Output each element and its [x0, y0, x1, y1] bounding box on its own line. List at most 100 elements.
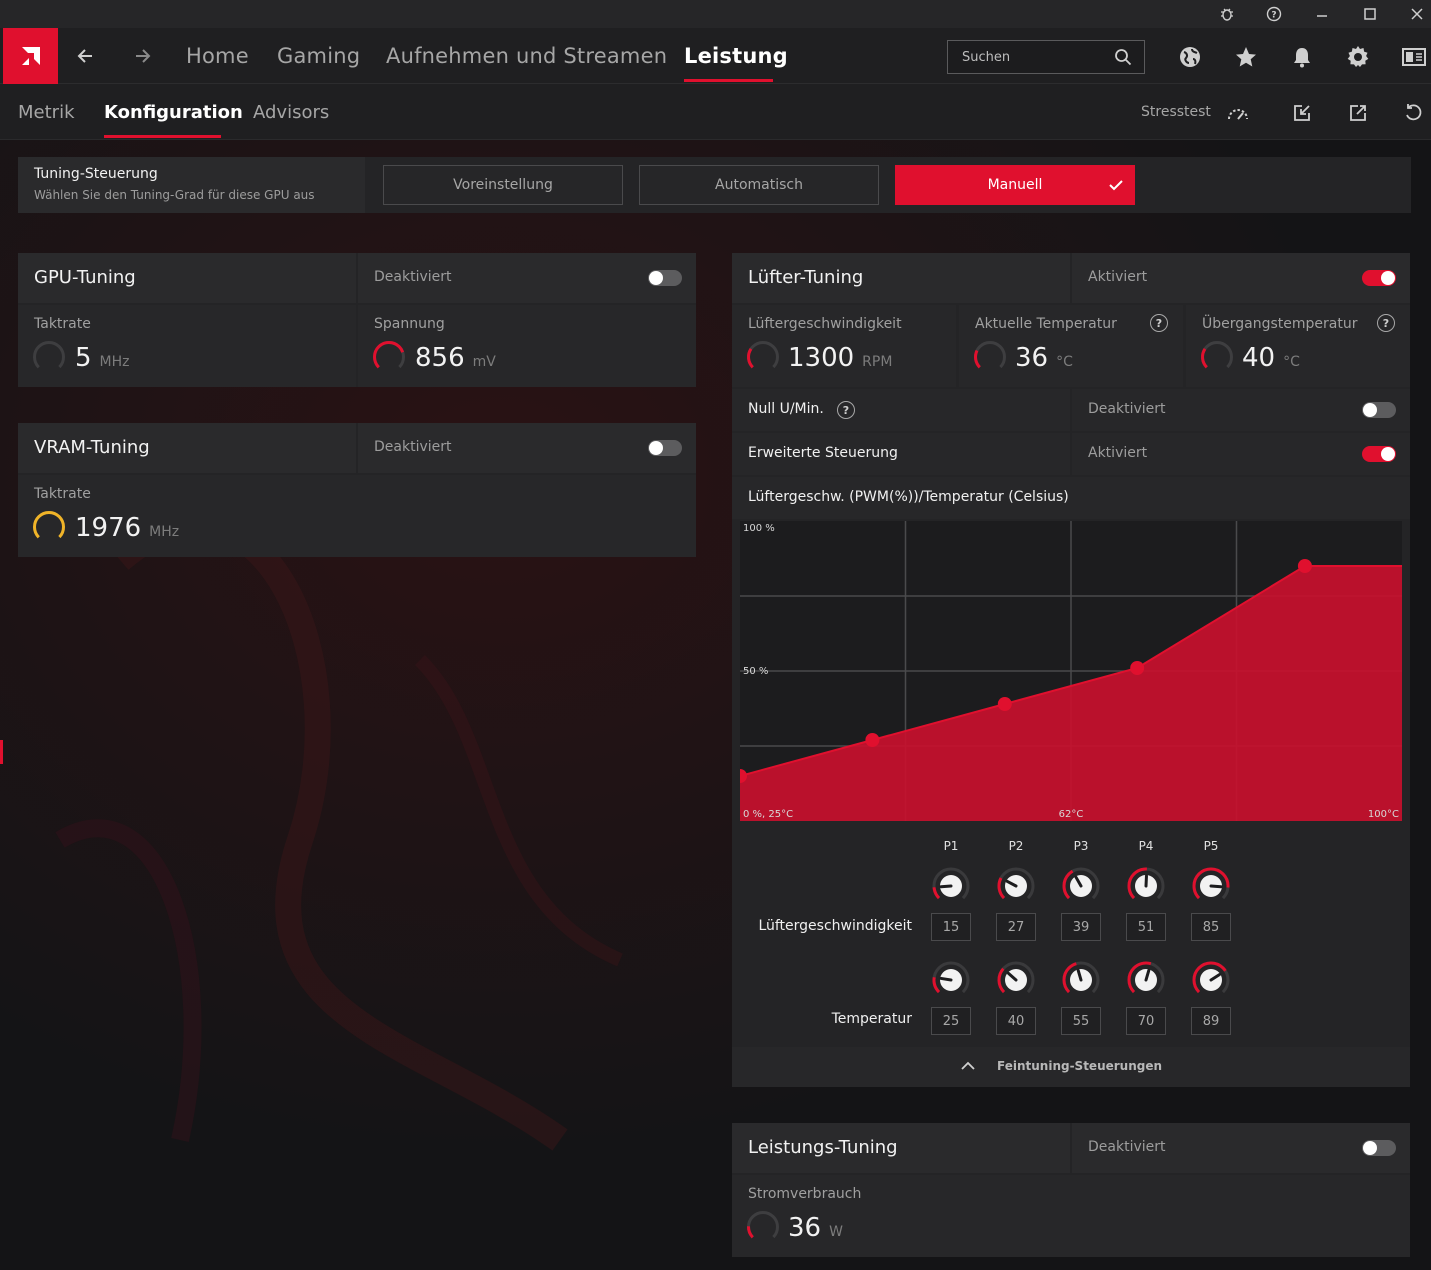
gpu-tuning-toggle[interactable]: [648, 270, 682, 286]
fan-tuning-panel: Lüfter-Tuning Aktiviert Lüftergeschwindi…: [732, 253, 1410, 1087]
amd-logo-icon[interactable]: [3, 28, 58, 84]
temp-input-p2[interactable]: 40: [996, 1007, 1036, 1035]
fan-curve-title: Lüftergeschw. (PWM(%))/Temperatur (Celsi…: [748, 489, 1069, 505]
fine-tuning-toggle-bar[interactable]: Feintuning-Steuerungen: [732, 1047, 1410, 1087]
x-axis-mid-label: 62°C: [1059, 809, 1084, 820]
subtab-advisors[interactable]: Advisors: [253, 102, 329, 123]
vram-clock-gauge-icon: [32, 511, 65, 543]
temp-knob-p2[interactable]: [996, 960, 1036, 1000]
subtab-configuration[interactable]: Konfiguration: [104, 102, 243, 123]
power-tuning-title: Leistungs-Tuning: [748, 1137, 898, 1158]
maximize-icon[interactable]: [1358, 2, 1382, 26]
speed-knob-p4[interactable]: [1126, 866, 1166, 906]
settings-gear-icon[interactable]: [1343, 42, 1373, 72]
fan-tuning-toggle[interactable]: [1362, 270, 1396, 286]
speed-input-p3[interactable]: 39: [1061, 913, 1101, 941]
power-tuning-status-cell: Deaktiviert: [1072, 1123, 1410, 1173]
zero-rpm-help-icon[interactable]: ?: [837, 401, 855, 419]
fan-tuning-title: Lüfter-Tuning: [748, 267, 864, 288]
nav-tab-home[interactable]: Home: [186, 44, 249, 68]
fan-curve-title-cell: Lüftergeschw. (PWM(%))/Temperatur (Celsi…: [732, 477, 1410, 519]
manual-button[interactable]: Manuell: [895, 165, 1135, 205]
sidebar-panel-icon[interactable]: [1399, 42, 1429, 72]
subtab-metrics[interactable]: Metrik: [18, 102, 75, 123]
temp-knob-p5[interactable]: [1191, 960, 1231, 1000]
speed-knob-p2[interactable]: [996, 866, 1036, 906]
y-axis-mid-label: 50 %: [743, 666, 768, 677]
power-usage-value: 36 W: [788, 1213, 843, 1243]
junction-temp-help-icon[interactable]: ?: [1377, 314, 1395, 332]
nav-tab-gaming[interactable]: Gaming: [277, 44, 360, 68]
temperature-row-label: Temperatur: [831, 1011, 912, 1027]
reset-icon[interactable]: [1399, 99, 1427, 127]
export-profile-icon[interactable]: [1344, 99, 1372, 127]
stress-test-gauge-icon[interactable]: [1224, 99, 1252, 127]
speed-knob-p3[interactable]: [1061, 866, 1101, 906]
temp-knob-p3[interactable]: [1061, 960, 1101, 1000]
power-usage-gauge-icon: [747, 1211, 779, 1243]
speed-input-p5[interactable]: 85: [1191, 913, 1231, 941]
manual-button-label: Manuell: [987, 177, 1043, 193]
search-box[interactable]: [947, 40, 1145, 74]
vram-tuning-toggle[interactable]: [648, 440, 682, 456]
curve-point-p2[interactable]: [865, 733, 880, 747]
zero-rpm-toggle[interactable]: [1362, 402, 1396, 418]
favorites-star-icon[interactable]: [1231, 42, 1261, 72]
power-usage-label: Stromverbrauch: [748, 1186, 862, 1202]
power-tuning-header: Leistungs-Tuning: [732, 1123, 1070, 1173]
vram-clock-label: Taktrate: [34, 486, 91, 502]
speed-input-p2[interactable]: 27: [996, 913, 1036, 941]
current-temp-help-icon[interactable]: ?: [1150, 314, 1168, 332]
automatic-button[interactable]: Automatisch: [639, 165, 879, 205]
temp-input-p4[interactable]: 70: [1126, 1007, 1166, 1035]
temp-knob-p4[interactable]: [1126, 960, 1166, 1000]
fan-speed-gauge-icon: [747, 341, 779, 373]
preset-button[interactable]: Voreinstellung: [383, 165, 623, 205]
point-label-p3: P3: [1073, 839, 1089, 853]
zero-rpm-label-cell: Null U/Min. ?: [732, 389, 1070, 431]
x-axis-max-label: 100°C: [1368, 809, 1399, 820]
nav-tab-recording-streaming[interactable]: Aufnehmen und Streamen: [386, 44, 667, 68]
point-label-p4: P4: [1138, 839, 1154, 853]
gpu-tuning-status-cell: Deaktiviert: [358, 253, 696, 303]
curve-point-p4[interactable]: [1130, 661, 1145, 675]
nav-tab-performance[interactable]: Leistung: [684, 44, 788, 68]
power-tuning-status: Deaktiviert: [1088, 1139, 1166, 1155]
fan-curve-chart[interactable]: 100 % 50 % 0 %, 25°C 62°C 100°C: [740, 521, 1402, 821]
speed-knob-p5[interactable]: [1191, 866, 1231, 906]
speed-knob-p1[interactable]: [931, 866, 971, 906]
tuning-control-title: Tuning-Steuerung: [34, 166, 158, 182]
help-icon[interactable]: ?: [1262, 2, 1286, 26]
fan-speed-value: 1300 RPM: [788, 343, 893, 373]
speed-input-p1[interactable]: 15: [931, 913, 971, 941]
temp-input-p3[interactable]: 55: [1061, 1007, 1101, 1035]
import-profile-icon[interactable]: [1288, 99, 1316, 127]
vram-tuning-status: Deaktiviert: [374, 439, 452, 455]
power-tuning-toggle[interactable]: [1362, 1140, 1396, 1156]
close-icon[interactable]: [1405, 2, 1429, 26]
forward-arrow-icon[interactable]: [126, 40, 158, 72]
temp-knob-p1[interactable]: [931, 960, 971, 1000]
back-arrow-icon[interactable]: [70, 40, 102, 72]
chart-origin-label: 0 %, 25°C: [743, 809, 793, 820]
minimize-icon[interactable]: [1310, 2, 1334, 26]
gpu-voltage-cell: Spannung 856 mV: [358, 305, 696, 387]
gpu-clock-gauge-icon: [32, 341, 65, 373]
temp-input-p5[interactable]: 89: [1191, 1007, 1231, 1035]
curve-point-p3[interactable]: [997, 697, 1012, 711]
search-icon[interactable]: [1114, 48, 1132, 66]
curve-point-p5[interactable]: [1297, 559, 1312, 573]
junction-temp-cell: Übergangstemperatur ? 40 °C: [1186, 305, 1410, 387]
stress-test-label[interactable]: Stresstest: [1141, 104, 1211, 120]
globe-icon[interactable]: [1175, 42, 1205, 72]
bug-report-icon[interactable]: [1215, 2, 1239, 26]
chevron-up-icon: [961, 1061, 975, 1070]
junction-temp-label: Übergangstemperatur: [1202, 316, 1358, 332]
speed-input-p4[interactable]: 51: [1126, 913, 1166, 941]
temp-input-p1[interactable]: 25: [931, 1007, 971, 1035]
advanced-control-toggle[interactable]: [1362, 446, 1396, 462]
notifications-bell-icon[interactable]: [1287, 42, 1317, 72]
gpu-tuning-header: GPU-Tuning: [18, 253, 356, 303]
fan-tuning-header: Lüfter-Tuning: [732, 253, 1070, 303]
search-input[interactable]: [948, 49, 1108, 65]
